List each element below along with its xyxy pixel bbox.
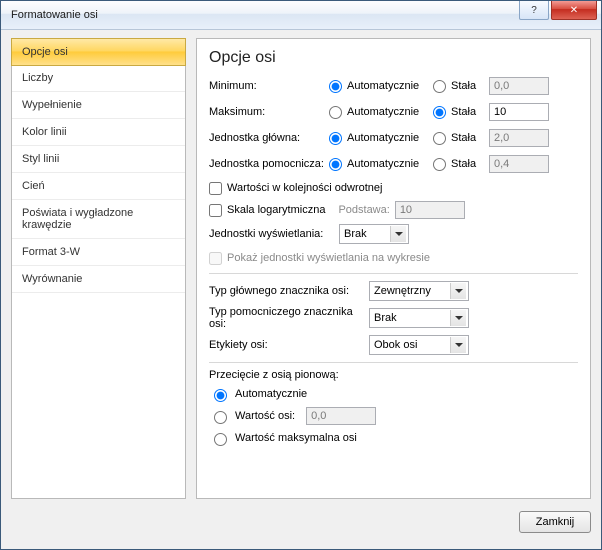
log-scale-row: Skala logarytmiczna Podstawa: xyxy=(209,201,578,219)
major-tick-label: Typ głównego znacznika osi: xyxy=(209,285,369,297)
minor-unit-fixed-radio[interactable]: Stała xyxy=(433,158,489,171)
log-base-input[interactable] xyxy=(395,201,465,219)
minimum-value-input[interactable] xyxy=(489,77,549,95)
show-units-on-chart-checkbox xyxy=(209,252,222,265)
display-units-row: Jednostki wyświetlania: Brak xyxy=(209,223,578,245)
minor-unit-auto-radio[interactable]: Automatycznie xyxy=(329,158,433,171)
close-window-button[interactable]: ✕ xyxy=(551,1,597,20)
log-scale-label: Skala logarytmiczna xyxy=(227,204,325,216)
maximum-auto-radio[interactable]: Automatycznie xyxy=(329,106,433,119)
crosses-auto-label: Automatycznie xyxy=(235,388,307,400)
chevron-down-icon xyxy=(450,283,466,299)
maximum-value-input[interactable] xyxy=(489,103,549,121)
minor-unit-label: Jednostka pomocnicza: xyxy=(209,158,329,170)
display-units-select[interactable]: Brak xyxy=(339,224,409,244)
row-minimum: Minimum: Automatycznie Stała xyxy=(209,75,578,97)
chevron-down-icon xyxy=(390,226,406,242)
crosses-at-value-input[interactable] xyxy=(306,407,376,425)
content-panel: Opcje osi Minimum: Automatycznie Stała M… xyxy=(196,38,591,499)
window-title: Formatowanie osi xyxy=(11,9,98,21)
minor-unit-value-input[interactable] xyxy=(489,155,549,173)
panels: Opcje osi Liczby Wypełnienie Kolor linii… xyxy=(11,38,591,499)
sidebar-item-number[interactable]: Liczby xyxy=(12,65,185,92)
minor-tick-label: Typ pomocniczego znacznika osi: xyxy=(209,306,369,330)
separator xyxy=(209,273,578,274)
minimum-auto-radio[interactable]: Automatycznie xyxy=(329,80,433,93)
sidebar-item-axis-options[interactable]: Opcje osi xyxy=(11,38,186,66)
minor-tick-select[interactable]: Brak xyxy=(369,308,469,328)
separator xyxy=(209,362,578,363)
sidebar-item-3d-format[interactable]: Format 3-W xyxy=(12,239,185,266)
close-button[interactable]: Zamknij xyxy=(519,511,591,533)
minimum-fixed-radio[interactable]: Stała xyxy=(433,80,489,93)
chevron-down-icon xyxy=(450,310,466,326)
minimum-label: Minimum: xyxy=(209,80,329,92)
dialog-window: Formatowanie osi ? ✕ Opcje osi Liczby Wy… xyxy=(0,0,602,550)
crosses-at-max-row: Wartość maksymalna osi xyxy=(209,429,578,447)
display-units-label: Jednostki wyświetlania: xyxy=(209,228,339,240)
crosses-at-value-radio[interactable] xyxy=(214,411,227,424)
minor-tick-row: Typ pomocniczego znacznika osi: Brak xyxy=(209,306,578,330)
vertical-crosses-group-label: Przecięcie z osią pionową: xyxy=(209,369,578,381)
maximum-fixed-radio[interactable]: Stała xyxy=(433,106,489,119)
row-minor-unit: Jednostka pomocnicza: Automatycznie Stał… xyxy=(209,153,578,175)
sidebar-item-shadow[interactable]: Cień xyxy=(12,173,185,200)
help-button[interactable]: ? xyxy=(519,1,549,20)
category-sidebar: Opcje osi Liczby Wypełnienie Kolor linii… xyxy=(11,38,186,499)
window-buttons: ? ✕ xyxy=(519,1,597,20)
crosses-at-value-label: Wartość osi: xyxy=(235,410,295,422)
crosses-auto-row: Automatycznie xyxy=(209,385,578,403)
titlebar: Formatowanie osi ? ✕ xyxy=(1,1,601,30)
reverse-values-label: Wartości w kolejności odwrotnej xyxy=(227,182,382,194)
row-major-unit: Jednostka główna: Automatycznie Stała xyxy=(209,127,578,149)
sidebar-item-glow[interactable]: Poświata i wygładzone krawędzie xyxy=(12,200,185,239)
maximum-label: Maksimum: xyxy=(209,106,329,118)
dialog-footer: Zamknij xyxy=(11,499,591,539)
page-heading: Opcje osi xyxy=(209,49,578,67)
major-tick-row: Typ głównego znacznika osi: Zewnętrzny xyxy=(209,280,578,302)
major-unit-value-input[interactable] xyxy=(489,129,549,147)
sidebar-item-line-style[interactable]: Styl linii xyxy=(12,146,185,173)
reverse-values-checkbox[interactable] xyxy=(209,182,222,195)
reverse-values-row: Wartości w kolejności odwrotnej xyxy=(209,179,578,197)
row-maximum: Maksimum: Automatycznie Stała xyxy=(209,101,578,123)
major-unit-label: Jednostka główna: xyxy=(209,132,329,144)
sidebar-item-fill[interactable]: Wypełnienie xyxy=(12,92,185,119)
axis-labels-row: Etykiety osi: Obok osi xyxy=(209,334,578,356)
crosses-auto-radio[interactable] xyxy=(214,389,227,402)
major-tick-select[interactable]: Zewnętrzny xyxy=(369,281,469,301)
axis-labels-label: Etykiety osi: xyxy=(209,339,369,351)
log-scale-checkbox[interactable] xyxy=(209,204,222,217)
show-units-on-chart-row: Pokaż jednostki wyświetlania na wykresie xyxy=(209,249,578,267)
crosses-at-value-row: Wartość osi: xyxy=(209,407,578,425)
log-base-label: Podstawa: xyxy=(338,204,389,216)
show-units-on-chart-label: Pokaż jednostki wyświetlania na wykresie xyxy=(227,252,430,264)
client-area: Opcje osi Liczby Wypełnienie Kolor linii… xyxy=(1,30,601,549)
crosses-at-max-radio[interactable] xyxy=(214,433,227,446)
chevron-down-icon xyxy=(450,337,466,353)
sidebar-item-line-color[interactable]: Kolor linii xyxy=(12,119,185,146)
axis-labels-select[interactable]: Obok osi xyxy=(369,335,469,355)
crosses-at-max-label: Wartość maksymalna osi xyxy=(235,432,357,444)
sidebar-item-alignment[interactable]: Wyrównanie xyxy=(12,266,185,293)
major-unit-fixed-radio[interactable]: Stała xyxy=(433,132,489,145)
major-unit-auto-radio[interactable]: Automatycznie xyxy=(329,132,433,145)
